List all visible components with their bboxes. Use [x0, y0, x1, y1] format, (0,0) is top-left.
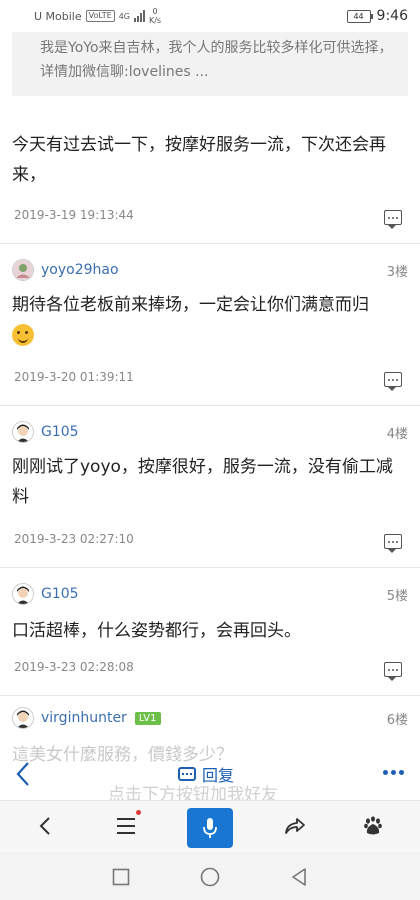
post-time: 2019-3-23 02:28:08 — [14, 660, 134, 674]
post-header: yoyo29hao 3楼 — [12, 258, 408, 282]
back-button[interactable] — [14, 760, 34, 788]
home-button[interactable] — [199, 866, 221, 888]
post-body: 刚刚试了yoyo，按摩很好，服务一流，没有偷工减料 — [12, 457, 393, 507]
carrier-name: U Mobile — [34, 9, 82, 23]
status-left: U Mobile VoLTE 4G 0 K/s — [34, 7, 161, 25]
back-nav-button[interactable] — [30, 811, 60, 841]
system-nav-bar — [0, 852, 420, 900]
post-time: 2019-3-20 01:39:11 — [14, 370, 134, 384]
browser-toolbar — [0, 800, 420, 852]
status-right: 44 9:46 — [346, 8, 408, 24]
floor-number: 4楼 — [386, 426, 408, 442]
net-speed-value: 0 — [152, 7, 158, 16]
thinking-face-emoji-icon — [12, 324, 34, 346]
avatar[interactable] — [12, 707, 34, 729]
post-header: virginhunter LV1 6楼 — [12, 706, 408, 730]
comment-icon[interactable] — [384, 662, 402, 681]
username[interactable]: yoyo29hao — [41, 262, 119, 278]
hamburger-menu-icon — [117, 818, 135, 834]
net-speed-unit: K/s — [148, 16, 162, 25]
recents-button[interactable] — [110, 866, 132, 888]
post-body-text: 期待各位老板前来捧场，一定会让你们满意而归 — [12, 295, 369, 315]
battery-icon: 44 — [346, 9, 373, 23]
comment-icon[interactable] — [384, 372, 402, 391]
post-item: 今天有过去试一下，按摩好服务一流，下次还会再来， 2019-3-19 19:13… — [0, 110, 420, 244]
quoted-post[interactable]: 我是YoYo来自吉林，我个人的服务比较多样化可供选择，详情加微信聊:loveli… — [12, 32, 408, 96]
post-item: G105 4楼 刚刚试了yoyo，按摩很好，服务一流，没有偷工减料 2019-3… — [0, 406, 420, 568]
voice-search-button[interactable] — [187, 808, 233, 848]
reply-comment-icon — [178, 767, 196, 781]
clock: 9:46 — [376, 8, 408, 24]
floor-number: 5楼 — [386, 588, 408, 604]
post-time: 2019-3-19 19:13:44 — [14, 208, 134, 222]
avatar[interactable] — [12, 583, 34, 605]
triangle-back-icon — [292, 868, 306, 886]
share-button[interactable] — [280, 811, 310, 841]
post-time: 2019-3-23 02:27:10 — [14, 532, 134, 546]
username[interactable]: G105 — [41, 586, 79, 602]
system-back-button[interactable] — [288, 866, 310, 888]
notification-dot — [136, 810, 141, 815]
microphone-icon — [203, 818, 217, 838]
share-icon — [285, 818, 305, 834]
post-item: yoyo29hao 3楼 期待各位老板前来捧场，一定会让你们满意而归 2019-… — [0, 244, 420, 406]
username[interactable]: virginhunter — [41, 710, 127, 726]
chevron-left-icon — [39, 817, 50, 835]
net-speed: 0 K/s — [149, 7, 161, 25]
post-body: 期待各位老板前来捧场，一定会让你们满意而归 — [12, 290, 406, 350]
post-header: G105 5楼 — [12, 582, 408, 606]
baidu-home-button[interactable] — [358, 811, 388, 841]
floor-number: 3楼 — [386, 264, 408, 280]
volte-tag: VoLTE — [85, 10, 115, 22]
post-item: G105 5楼 口活超棒，什么姿势都行，会再回头。 2019-3-23 02:2… — [0, 568, 420, 696]
chevron-left-icon — [16, 762, 29, 786]
menu-button[interactable] — [111, 810, 141, 841]
post-body: 今天有过去试一下，按摩好服务一流，下次还会再来， — [12, 135, 386, 185]
status-bar: U Mobile VoLTE 4G 0 K/s 44 9:46 — [0, 0, 420, 32]
level-badge: LV1 — [134, 711, 161, 725]
comment-icon[interactable] — [384, 210, 402, 229]
username[interactable]: G105 — [41, 424, 79, 440]
square-recents-icon — [112, 868, 130, 886]
circle-home-icon — [200, 867, 220, 887]
avatar[interactable] — [12, 421, 34, 443]
signal-icon — [133, 10, 145, 22]
post-body: 口活超棒，什么姿势都行，会再回头。 — [12, 621, 301, 641]
network-type: 4G — [118, 11, 130, 21]
post-header: G105 4楼 — [12, 420, 408, 444]
baidu-paw-icon — [364, 816, 382, 835]
comment-icon[interactable] — [384, 534, 402, 553]
avatar[interactable] — [12, 259, 34, 281]
quoted-post-text: 我是YoYo来自吉林，我个人的服务比较多样化可供选择，详情加微信聊:loveli… — [40, 40, 393, 80]
floor-number: 6楼 — [386, 712, 408, 728]
more-options-icon[interactable] — [383, 770, 404, 775]
